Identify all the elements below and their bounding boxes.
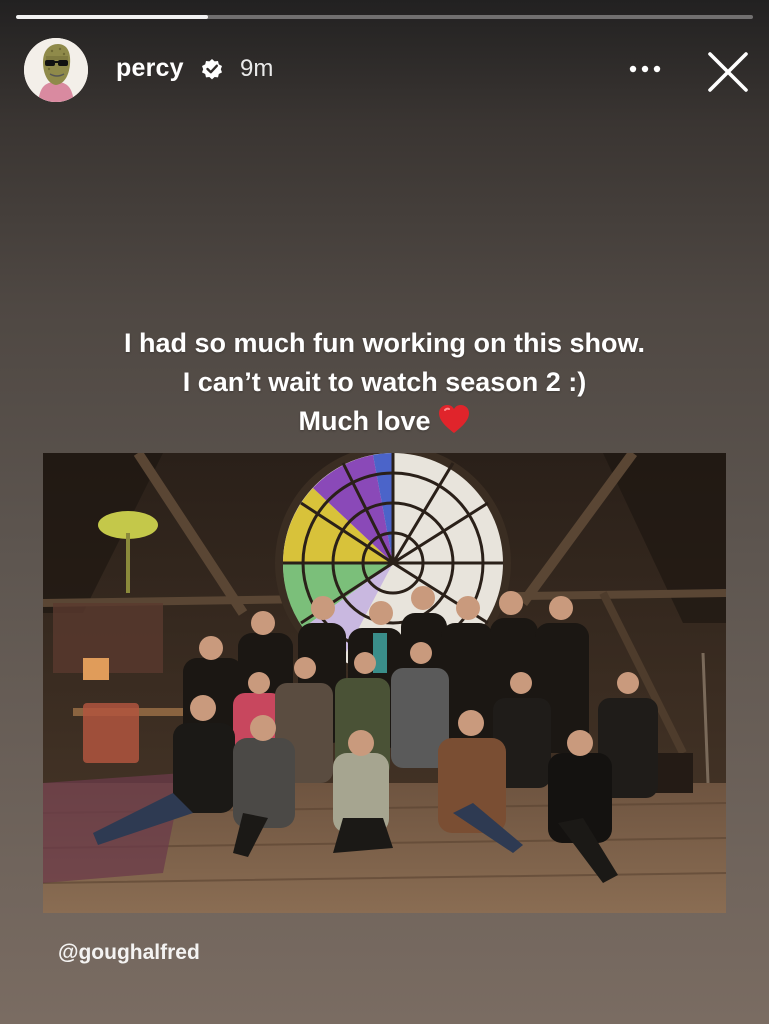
close-icon[interactable]	[706, 50, 750, 94]
story-caption: I had so much fun working on this show. …	[0, 324, 769, 441]
post-time: 9m	[240, 55, 274, 82]
more-dots-icon[interactable]	[628, 64, 662, 74]
caption-line-1: I had so much fun working on this show.	[123, 328, 645, 358]
cast-photo-image	[43, 453, 726, 913]
story-progress-fill	[16, 15, 208, 19]
username[interactable]: percy	[116, 54, 184, 83]
photo-credit[interactable]: @goughalfred	[58, 941, 200, 965]
caption-line-2: I can’t wait to watch season 2 :)	[182, 367, 587, 397]
avatar[interactable]	[24, 38, 88, 102]
verified-badge-icon	[202, 59, 222, 80]
caption-line-3-text: Much love	[298, 406, 431, 436]
cast-photo	[43, 453, 726, 913]
story-progress-bar	[16, 15, 753, 19]
caption-line-3: Much love	[0, 402, 769, 441]
avatar-image	[24, 38, 88, 102]
story-header: percy 9m	[24, 38, 749, 102]
heart-icon	[438, 405, 469, 433]
